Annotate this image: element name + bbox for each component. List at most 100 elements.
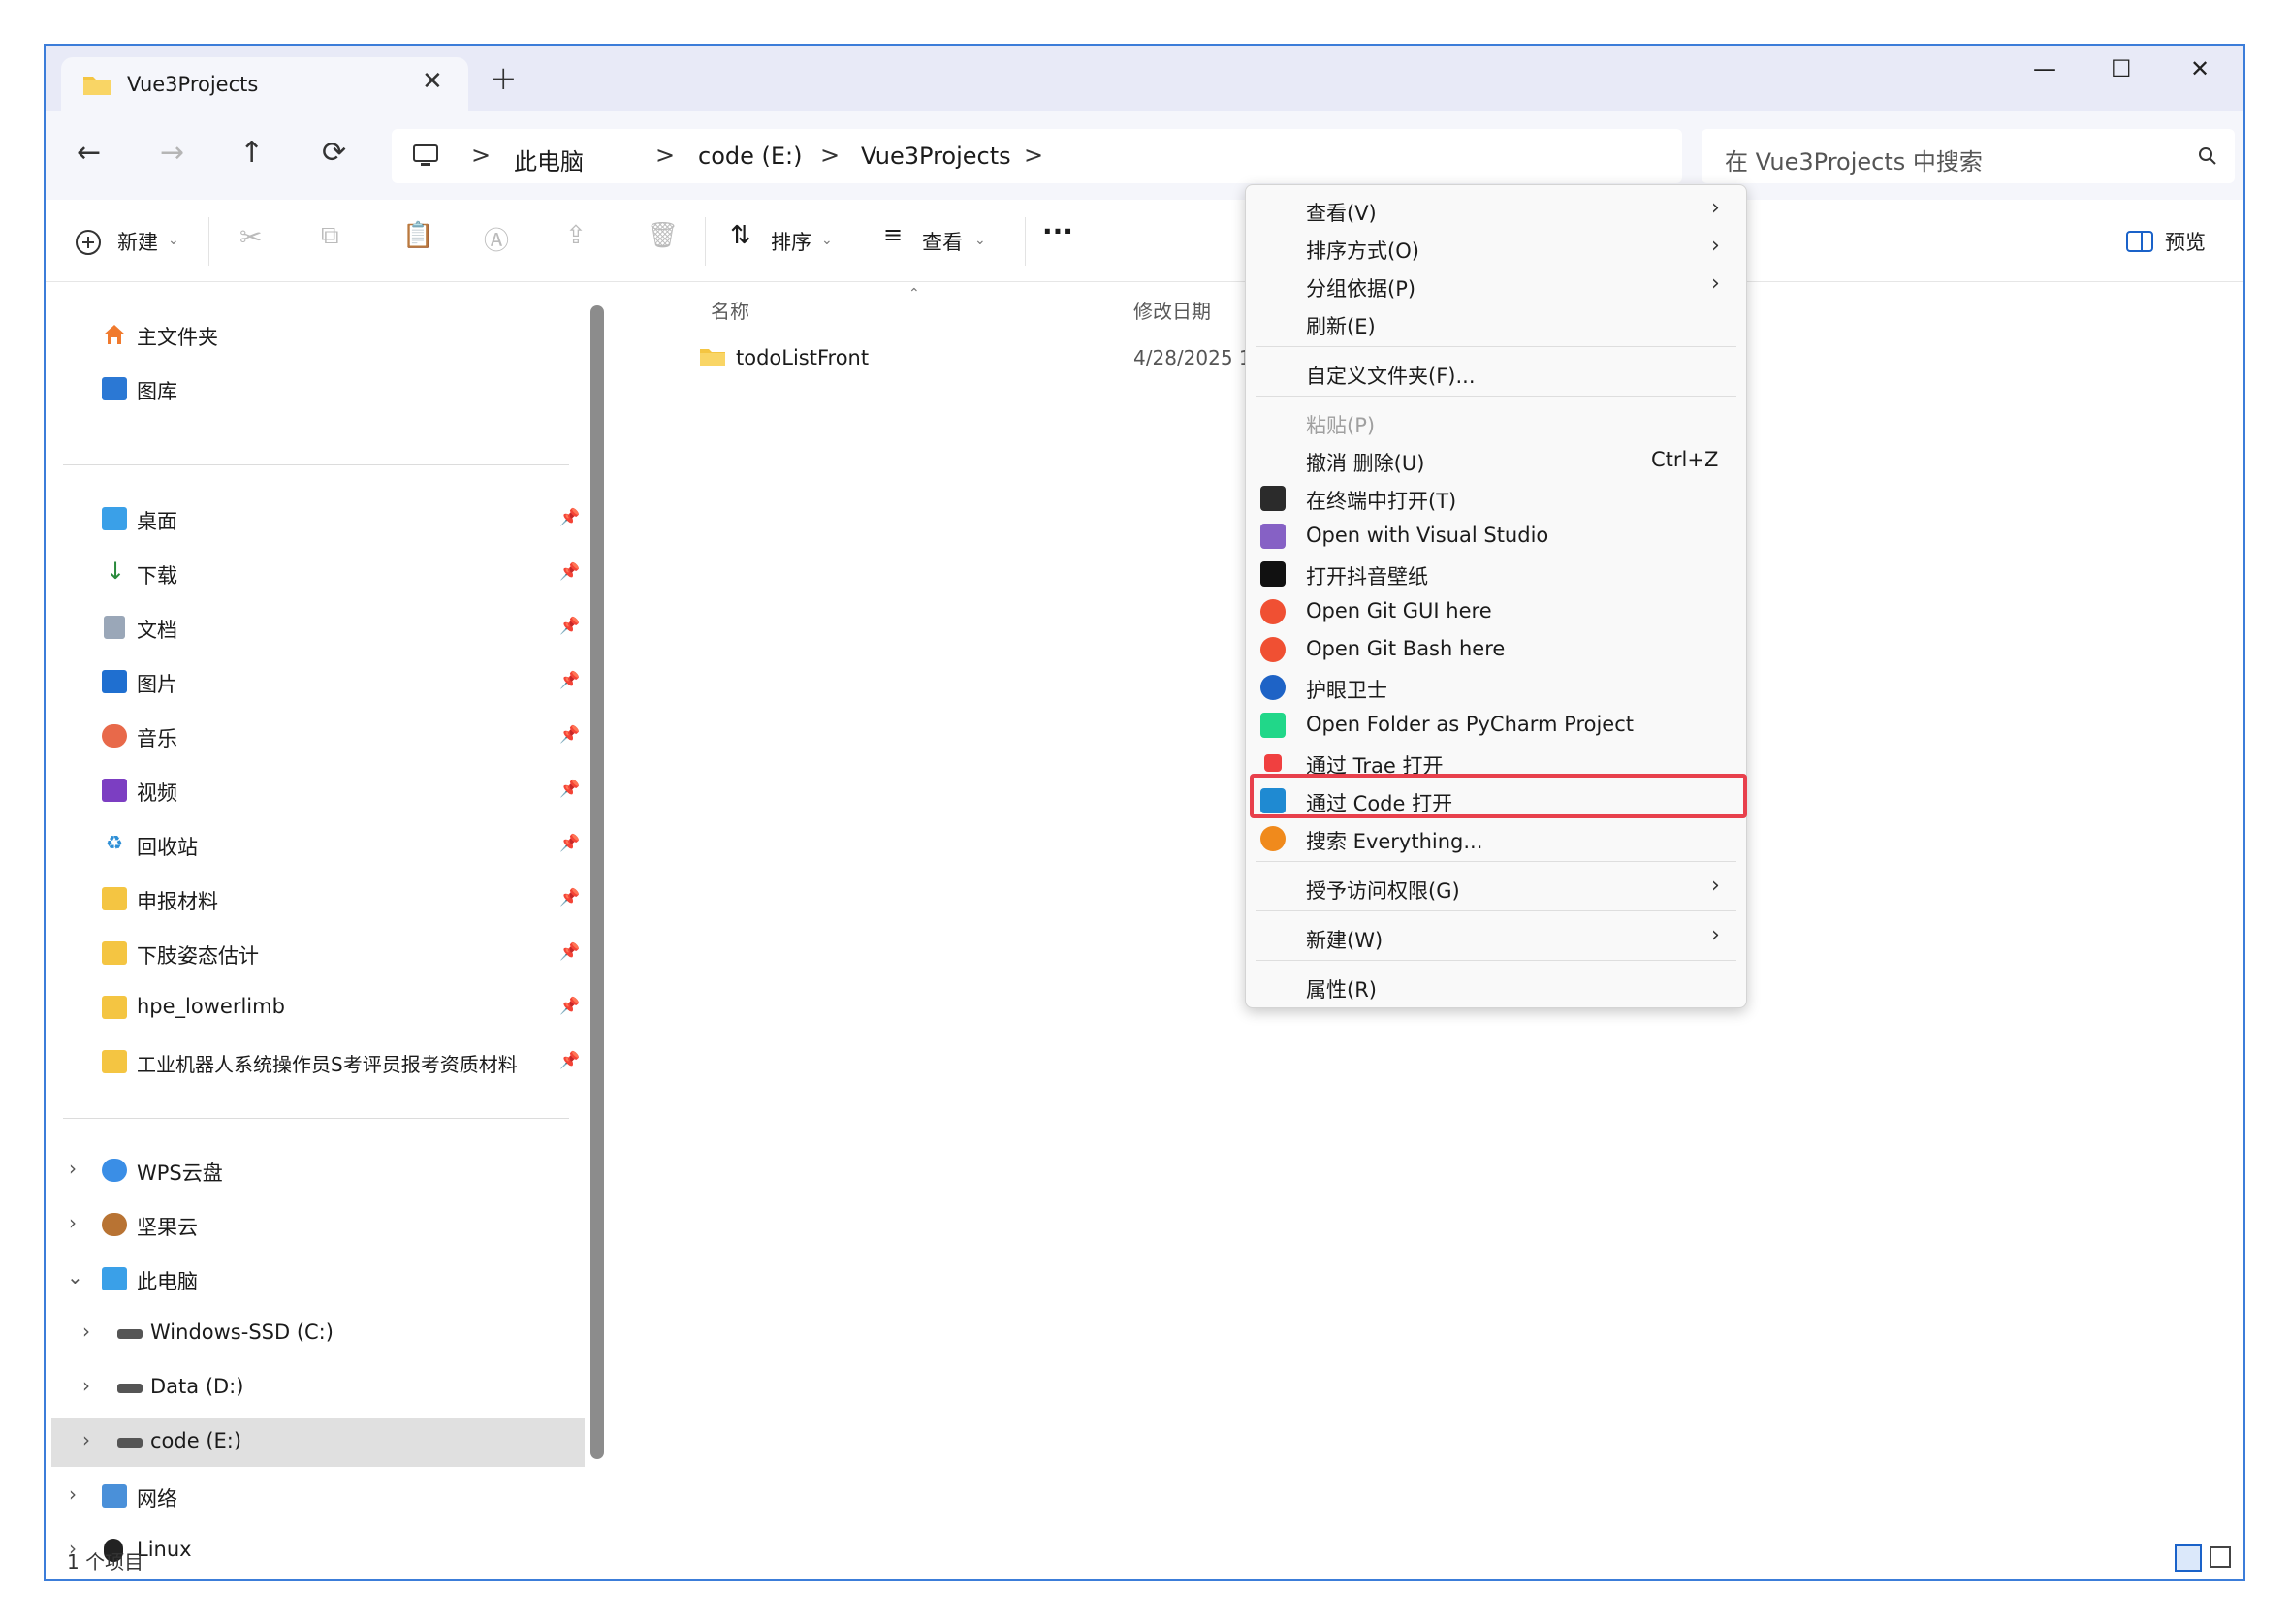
close-window-button[interactable]: ✕ (2190, 55, 2210, 82)
sidebar-item-desktop[interactable]: 桌面 📌 (46, 495, 588, 544)
sidebar-scrollbar[interactable] (590, 305, 604, 1459)
folder-icon (700, 349, 725, 366)
sidebar-item-wps-cloud[interactable]: › WPS云盘 (46, 1147, 588, 1195)
view-icon: ≡ (883, 221, 904, 248)
sidebar-item-downloads[interactable]: ↓ 下载 📌 (46, 550, 588, 598)
sidebar-item-drive-c[interactable]: › Windows-SSD (C:) (46, 1310, 588, 1358)
copy-icon[interactable]: ⧉ (321, 221, 339, 251)
chevron-right-icon[interactable]: › (69, 1482, 77, 1506)
sidebar-item-folder[interactable]: 下肢姿态估计 📌 (46, 930, 588, 978)
cut-icon[interactable]: ✂ (239, 221, 262, 253)
share-icon[interactable]: ⇪ (565, 221, 587, 250)
tab-close-button[interactable]: ✕ (422, 67, 443, 96)
minimize-button[interactable]: — (2033, 55, 2056, 82)
sidebar-item-jianguoyun[interactable]: › 坚果云 (46, 1201, 588, 1250)
sidebar-item-documents[interactable]: 文档 📌 (46, 604, 588, 653)
details-view-icon[interactable] (2175, 1544, 2202, 1572)
menu-item-properties[interactable]: 属性(R) (1246, 968, 1746, 1005)
chevron-right-icon[interactable]: › (82, 1428, 90, 1451)
sidebar-item-drive-e[interactable]: › code (E:) (51, 1418, 585, 1467)
tab-vue3projects[interactable]: Vue3Projects ✕ (61, 57, 468, 113)
menu-item-eye-guard[interactable]: 护眼卫士 (1246, 668, 1746, 706)
menu-item-pycharm[interactable]: Open Folder as PyCharm Project (1246, 706, 1746, 744)
menu-item-sort-by[interactable]: 排序方式(O) › (1246, 229, 1746, 267)
menu-item-label: 排序方式(O) (1306, 239, 1419, 263)
sidebar-item-label: 工业机器人系统操作员S考评员报考资质材料 (137, 1053, 518, 1076)
menu-item-view[interactable]: 查看(V) › (1246, 191, 1746, 229)
sidebar-item-folder[interactable]: 申报材料 📌 (46, 876, 588, 924)
up-button[interactable]: ↑ (239, 139, 264, 168)
sidebar-item-gallery[interactable]: 图库 (46, 366, 588, 414)
view-button[interactable]: 查看 (922, 227, 963, 256)
document-icon (104, 616, 125, 639)
breadcrumb-separator: > (655, 142, 676, 169)
menu-item-search-everything[interactable]: 搜索 Everything... (1246, 819, 1746, 857)
menu-item-customize-folder[interactable]: 自定义文件夹(F)... (1246, 354, 1746, 392)
breadcrumb-separator: > (820, 142, 841, 169)
chevron-right-icon[interactable]: › (82, 1320, 90, 1343)
sidebar-item-label: hpe_lowerlimb (137, 995, 285, 1018)
sidebar-item-videos[interactable]: 视频 📌 (46, 767, 588, 815)
breadcrumb-vue3projects[interactable]: Vue3Projects (861, 143, 1011, 170)
sidebar-item-recycle-bin[interactable]: ♻ 回收站 📌 (46, 821, 588, 870)
menu-item-refresh[interactable]: 刷新(E) (1246, 304, 1746, 342)
menu-item-open-terminal[interactable]: 在终端中打开(T) (1246, 479, 1746, 517)
menu-item-grant-access[interactable]: 授予访问权限(G) › (1246, 869, 1746, 907)
menu-item-git-gui[interactable]: Open Git GUI here (1246, 592, 1746, 630)
sidebar-item-this-pc[interactable]: ⌄ 此电脑 (46, 1256, 588, 1304)
pin-icon: 📌 (559, 834, 581, 853)
sidebar-item-home[interactable]: 主文件夹 (46, 311, 588, 360)
menu-item-paste[interactable]: 粘贴(P) (1246, 403, 1746, 441)
menu-item-label: 刷新(E) (1306, 315, 1376, 338)
maximize-button[interactable]: ☐ (2111, 55, 2132, 82)
sidebar-item-folder[interactable]: 工业机器人系统操作员S考评员报考资质材料 📌 (46, 1038, 588, 1087)
column-header-modified[interactable]: 修改日期 (1133, 296, 1211, 324)
sidebar-item-pictures[interactable]: 图片 📌 (46, 658, 588, 707)
computer-icon (102, 1267, 127, 1290)
preview-button[interactable]: 预览 (2165, 227, 2206, 256)
breadcrumb-separator: > (471, 142, 492, 169)
menu-item-label: 护眼卫士 (1306, 679, 1387, 702)
search-box[interactable]: 在 Vue3Projects 中搜索 (1702, 129, 2235, 183)
sidebar-item-network[interactable]: › 网络 (46, 1473, 588, 1521)
item-count: 1 个项目 (67, 1550, 144, 1574)
rename-icon[interactable]: Ⓐ (484, 221, 509, 257)
sidebar-item-folder[interactable]: hpe_lowerlimb 📌 (46, 984, 588, 1033)
address-bar[interactable]: > 此电脑 > code (E:) > Vue3Projects > (392, 129, 1682, 183)
chevron-right-icon[interactable]: › (82, 1374, 90, 1397)
menu-item-douyin-wallpaper[interactable]: 打开抖音壁纸 (1246, 555, 1746, 592)
table-row[interactable]: todoListFront 4/28/2025 11:25 (691, 336, 1295, 381)
more-options-button[interactable]: ··· (1042, 215, 1073, 247)
new-tab-button[interactable]: + (490, 59, 518, 98)
forward-button[interactable]: → (160, 139, 184, 168)
refresh-button[interactable]: ⟳ (322, 139, 346, 168)
menu-item-label: 打开抖音壁纸 (1306, 565, 1428, 589)
breadcrumb-code-drive[interactable]: code (E:) (698, 143, 802, 170)
chevron-right-icon[interactable]: › (69, 1211, 77, 1234)
sort-ascending-icon: ⌃ (908, 286, 920, 302)
column-header-name[interactable]: 名称 (711, 296, 749, 324)
sidebar-item-label: Data (D:) (150, 1375, 244, 1398)
sidebar-item-drive-d[interactable]: › Data (D:) (46, 1364, 588, 1413)
trae-icon (1264, 754, 1282, 772)
sort-button[interactable]: 排序 (771, 227, 811, 256)
menu-item-label: 新建(W) (1306, 929, 1384, 952)
chevron-right-icon[interactable]: › (69, 1157, 77, 1180)
nut-icon (102, 1213, 127, 1236)
toolbar-divider (1025, 217, 1026, 266)
chevron-down-icon[interactable]: ⌄ (67, 1265, 83, 1289)
back-button[interactable]: ← (77, 139, 101, 168)
menu-item-new[interactable]: 新建(W) › (1246, 918, 1746, 956)
menu-item-group-by[interactable]: 分组依据(P) › (1246, 267, 1746, 304)
new-button[interactable]: 新建 (117, 227, 158, 256)
menu-item-git-bash[interactable]: Open Git Bash here (1246, 630, 1746, 668)
menu-item-undo-delete[interactable]: 撤消 删除(U) Ctrl+Z (1246, 441, 1746, 479)
paste-icon[interactable]: 📋 (402, 221, 433, 250)
folder-icon (102, 996, 127, 1019)
menu-item-open-visual-studio[interactable]: Open with Visual Studio (1246, 517, 1746, 555)
sidebar-item-music[interactable]: 音乐 📌 (46, 713, 588, 761)
tiles-view-icon[interactable] (2210, 1546, 2231, 1568)
pin-icon: 📌 (559, 508, 581, 527)
delete-icon[interactable]: 🗑 (647, 221, 679, 250)
breadcrumb-this-pc[interactable]: 此电脑 (514, 143, 584, 176)
